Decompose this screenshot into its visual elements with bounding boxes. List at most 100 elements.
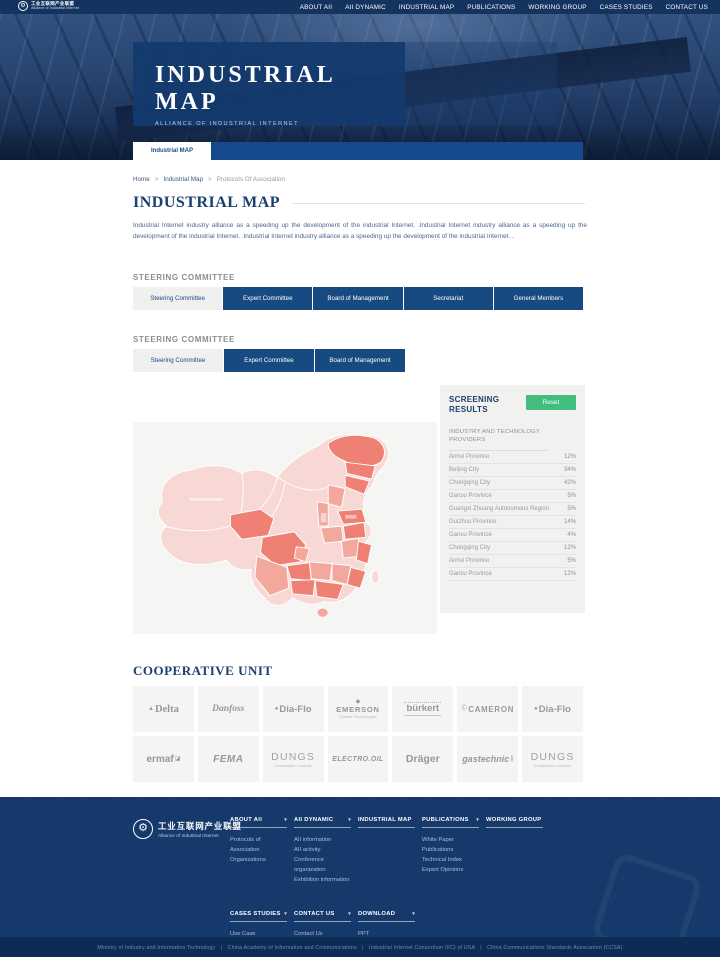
province-name: Anhui Province bbox=[449, 558, 489, 564]
footer-link[interactable]: Expert Opinions bbox=[422, 865, 479, 875]
screening-row[interactable]: Guizhou Province14% bbox=[449, 516, 576, 529]
province-name: Guangxi Zhuang Autonomous Region bbox=[449, 506, 549, 512]
nav-item-cases-studies[interactable]: CASES STUDIES bbox=[600, 4, 653, 11]
tab-general-members[interactable]: General Members bbox=[493, 287, 583, 310]
delta-triangle-mark-icon: ▲ bbox=[148, 706, 154, 712]
footer-link[interactable]: Contact Us bbox=[294, 929, 351, 937]
partner-logo-dia-flo[interactable]: ●Dia-Flo bbox=[263, 686, 324, 732]
dia-flo-dot-icon: ● bbox=[534, 706, 538, 712]
logo-text: Dia-Flo bbox=[539, 704, 571, 715]
reset-button[interactable]: Reset bbox=[526, 395, 576, 410]
partner-logo-grid: ▲Delta Danfoss ●Dia-Flo ◆EMERSONClimate … bbox=[133, 686, 583, 782]
logo-text: EMERSON bbox=[336, 705, 380, 714]
screening-row[interactable]: Gansu Province12% bbox=[449, 568, 576, 581]
hero-title-panel: INDUSTRIAL MAP ALLIANCE OF INDUSTRIAL IN… bbox=[133, 42, 405, 126]
partner-logo-draeger[interactable]: Dräger bbox=[392, 736, 453, 782]
partner-logo-cameron[interactable]: ⒸCAMERON bbox=[457, 686, 518, 732]
nav-item-publications[interactable]: PUBLICATIONS bbox=[467, 4, 515, 11]
logo-text: FEMA bbox=[213, 754, 243, 765]
footer-link[interactable]: Protocols of Association bbox=[230, 835, 287, 855]
footer-link[interactable]: PPT bbox=[358, 929, 415, 937]
footer-head-cases-studies[interactable]: CASES STUDIES▾ bbox=[230, 911, 287, 922]
province-shapes[interactable] bbox=[158, 434, 388, 617]
partner-logo-danfoss[interactable]: Danfoss bbox=[198, 686, 259, 732]
tab-board-of-management[interactable]: Board of Management bbox=[312, 287, 402, 310]
footer-link[interactable]: Use Case bbox=[230, 929, 287, 937]
footer-link[interactable]: Organizations bbox=[230, 855, 287, 865]
tab-board-of-management-2[interactable]: Board of Management bbox=[314, 349, 405, 372]
partner-logo-dungs-2[interactable]: DUNGSCombustion Controls bbox=[522, 736, 583, 782]
partner-logo-electro-oil[interactable]: ELECTRO.OIL bbox=[328, 736, 389, 782]
nav-item-working-group[interactable]: WORKING GROUP bbox=[528, 4, 586, 11]
tab-industrial-map-active[interactable]: Industrial MAP bbox=[133, 142, 211, 160]
footer-col-about-aii: ABOUT AII▾ Protocols of Association Orga… bbox=[230, 817, 287, 885]
footer-columns-row-1: ABOUT AII▾ Protocols of Association Orga… bbox=[230, 817, 590, 885]
partner-logo-fema[interactable]: FEMA bbox=[198, 736, 259, 782]
screening-row[interactable]: Chongqing City42% bbox=[449, 477, 576, 490]
site-logo[interactable]: ⚙ 工业互联网产业联盟 Alliance of Industrial Inter… bbox=[18, 1, 79, 11]
footer-head-contact-us[interactable]: CONTACT US▾ bbox=[294, 911, 351, 922]
partner-logo-dungs[interactable]: DUNGSCombustion Controls bbox=[263, 736, 324, 782]
chevron-down-icon: ▾ bbox=[476, 817, 479, 823]
footer-link[interactable]: AII information bbox=[294, 835, 351, 845]
footer-link[interactable]: Exhibition information bbox=[294, 875, 351, 885]
nav-item-aii-dynamic[interactable]: AII DYNAMIC bbox=[345, 4, 386, 11]
footer-head-about-aii[interactable]: ABOUT AII▾ bbox=[230, 817, 287, 828]
footer-logo[interactable]: ⚙ 工业互联网产业联盟 Alliance of Industrial Inter… bbox=[133, 819, 242, 839]
footer-head-working-group[interactable]: WORKING GROUP bbox=[486, 817, 543, 828]
partner-logo-gastechnic[interactable]: gastechnic∥ bbox=[457, 736, 518, 782]
screening-row[interactable]: Guangxi Zhuang Autonomous Region 5% bbox=[449, 503, 576, 516]
logo-subtext: Combustion Controls bbox=[534, 764, 571, 768]
screening-row[interactable]: Anhui Province 5% bbox=[449, 555, 576, 568]
chevron-down-icon: ▾ bbox=[284, 911, 287, 917]
nav-menu: ABOUT AII AII DYNAMIC INDUSTRIAL MAP PUB… bbox=[300, 4, 708, 11]
chevron-down-icon: ▾ bbox=[284, 817, 287, 823]
partner-logo-emerson[interactable]: ◆EMERSONClimate Technologies bbox=[328, 686, 389, 732]
footer-head-aii-dynamic[interactable]: AII DYNAMIC▾ bbox=[294, 817, 351, 828]
province-value: 5% bbox=[567, 493, 576, 499]
breadcrumb-home[interactable]: Home bbox=[133, 176, 150, 183]
logo-text: DUNGS bbox=[531, 751, 575, 763]
footer-link[interactable]: AII activity bbox=[294, 845, 351, 855]
screening-results-title: SCREENING RESULTS bbox=[449, 395, 511, 414]
footer-head-download[interactable]: DOWNLOAD▾ bbox=[358, 911, 415, 922]
breadcrumb-industrial-map[interactable]: Industrial Map bbox=[163, 176, 203, 183]
partner-logo-delta[interactable]: ▲Delta bbox=[133, 686, 194, 732]
tab-secretariat[interactable]: Secretariat bbox=[403, 287, 493, 310]
logo-text: bürkert bbox=[404, 702, 441, 716]
footer-head-publications[interactable]: PUBLICATIONS▾ bbox=[422, 817, 479, 828]
province-value: 5% bbox=[567, 558, 576, 564]
footer-link[interactable]: Technical Index bbox=[422, 855, 479, 865]
logo-subtext: Climate Technologies bbox=[339, 715, 377, 719]
footer-link[interactable]: Publications bbox=[422, 845, 479, 855]
screening-row[interactable]: Anhui Province12% bbox=[449, 451, 576, 464]
nav-item-about-aii[interactable]: ABOUT AII bbox=[300, 4, 332, 11]
china-map-panel bbox=[133, 422, 437, 634]
screening-row[interactable]: Chongqing City12% bbox=[449, 542, 576, 555]
nav-item-industrial-map[interactable]: INDUSTRIAL MAP bbox=[399, 4, 454, 11]
logo-text: Dia-Flo bbox=[279, 704, 311, 715]
footer-col-publications: PUBLICATIONS▾ White Paper Publications T… bbox=[422, 817, 479, 885]
footer-columns-row-2: CASES STUDIES▾ Use Case Testedbed CONTAC… bbox=[230, 911, 590, 937]
tab-steering-committee-2[interactable]: Steering Committee bbox=[133, 349, 223, 372]
tab-expert-committee-2[interactable]: Expert Committee bbox=[223, 349, 314, 372]
china-map[interactable] bbox=[144, 428, 426, 628]
partner-logo-dia-flo-2[interactable]: ●Dia-Flo bbox=[522, 686, 583, 732]
partner-logo-ermaf[interactable]: ermaf◪ bbox=[133, 736, 194, 782]
footer-head-industrial-map[interactable]: INDUSTRIAL MAP bbox=[358, 817, 415, 828]
cameron-c-icon: Ⓒ bbox=[461, 706, 467, 712]
tab-steering-committee[interactable]: Steering Committee bbox=[133, 287, 222, 310]
province-value: 5% bbox=[567, 506, 576, 512]
breadcrumb-separator: > bbox=[155, 176, 159, 183]
gear-logo-icon: ⚙ bbox=[133, 819, 153, 839]
screening-row[interactable]: Beijing City34% bbox=[449, 464, 576, 477]
partner-logo-burkert[interactable]: bürkert bbox=[392, 686, 453, 732]
screening-row[interactable]: Gansu Province4% bbox=[449, 529, 576, 542]
screening-row[interactable]: Gansu Province5% bbox=[449, 490, 576, 503]
nav-item-contact-us[interactable]: CONTACT US bbox=[666, 4, 708, 11]
breadcrumb-separator: > bbox=[208, 176, 212, 183]
logo-text: gastechnic bbox=[462, 754, 509, 764]
footer-link[interactable]: White Paper bbox=[422, 835, 479, 845]
tab-expert-committee[interactable]: Expert Committee bbox=[222, 287, 312, 310]
footer-link[interactable]: Conference organization bbox=[294, 855, 351, 875]
